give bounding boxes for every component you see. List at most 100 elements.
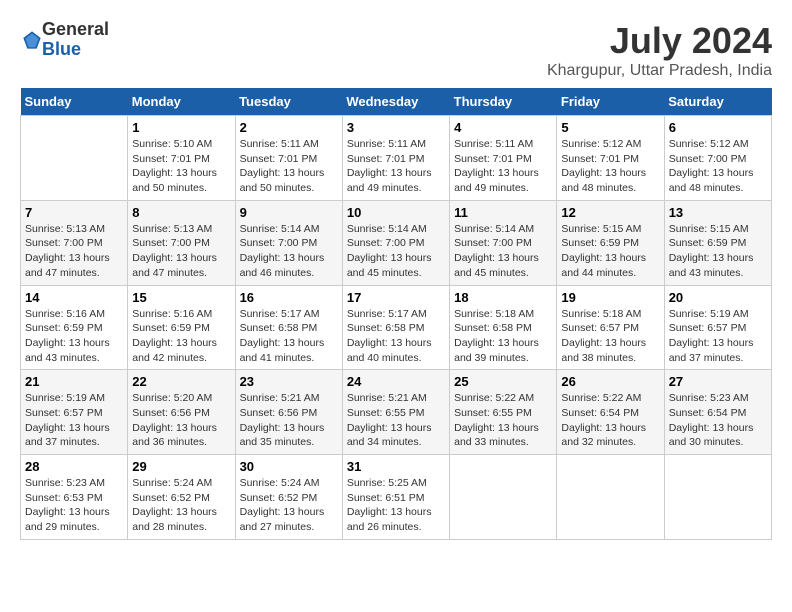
day-number: 25 <box>454 374 552 389</box>
day-info: Sunrise: 5:16 AMSunset: 6:59 PMDaylight:… <box>132 307 230 366</box>
empty-cell <box>664 455 771 540</box>
day-info: Sunrise: 5:18 AMSunset: 6:58 PMDaylight:… <box>454 307 552 366</box>
day-cell-21: 21 Sunrise: 5:19 AMSunset: 6:57 PMDayligh… <box>21 370 128 455</box>
day-number: 1 <box>132 120 230 135</box>
day-number: 11 <box>454 205 552 220</box>
day-info: Sunrise: 5:21 AMSunset: 6:56 PMDaylight:… <box>240 391 338 450</box>
day-cell-10: 10 Sunrise: 5:14 AMSunset: 7:00 PMDayligh… <box>342 200 449 285</box>
day-number: 22 <box>132 374 230 389</box>
weekday-header-friday: Friday <box>557 88 664 116</box>
day-number: 17 <box>347 290 445 305</box>
day-number: 15 <box>132 290 230 305</box>
day-cell-4: 4 Sunrise: 5:11 AMSunset: 7:01 PMDaylight… <box>450 116 557 201</box>
day-cell-31: 31Sunrise: 5:25 AMSunset: 6:51 PMDayligh… <box>342 455 449 540</box>
page-header: General Blue July 2024 Khargupur, Uttar … <box>20 20 772 80</box>
day-cell-6: 6 Sunrise: 5:12 AMSunset: 7:00 PMDaylight… <box>664 116 771 201</box>
day-info: Sunrise: 5:24 AMSunset: 6:52 PMDaylight:… <box>240 476 338 535</box>
day-info: Sunrise: 5:25 AMSunset: 6:51 PMDaylight:… <box>347 476 445 535</box>
empty-cell <box>450 455 557 540</box>
day-number: 6 <box>669 120 767 135</box>
week-row-2: 7 Sunrise: 5:13 AMSunset: 7:00 PMDaylight… <box>21 200 772 285</box>
day-cell-24: 24 Sunrise: 5:21 AMSunset: 6:55 PMDayligh… <box>342 370 449 455</box>
week-row-1: 1Sunrise: 5:10 AMSunset: 7:01 PMDaylight… <box>21 116 772 201</box>
day-info: Sunrise: 5:11 AMSunset: 7:01 PMDaylight:… <box>347 137 445 196</box>
day-cell-2: 2 Sunrise: 5:11 AMSunset: 7:01 PMDaylight… <box>235 116 342 201</box>
day-cell-16: 16 Sunrise: 5:17 AMSunset: 6:58 PMDayligh… <box>235 285 342 370</box>
location: Khargupur, Uttar Pradesh, India <box>547 62 772 80</box>
week-row-4: 21 Sunrise: 5:19 AMSunset: 6:57 PMDayligh… <box>21 370 772 455</box>
day-info: Sunrise: 5:23 AMSunset: 6:54 PMDaylight:… <box>669 391 767 450</box>
weekday-header-thursday: Thursday <box>450 88 557 116</box>
day-number: 4 <box>454 120 552 135</box>
title-block: July 2024 Khargupur, Uttar Pradesh, Indi… <box>547 20 772 80</box>
day-number: 16 <box>240 290 338 305</box>
day-cell-23: 23Sunrise: 5:21 AMSunset: 6:56 PMDayligh… <box>235 370 342 455</box>
logo-general-text: General <box>42 20 109 40</box>
day-number: 8 <box>132 205 230 220</box>
day-number: 3 <box>347 120 445 135</box>
weekday-header-monday: Monday <box>128 88 235 116</box>
day-number: 2 <box>240 120 338 135</box>
day-info: Sunrise: 5:17 AMSunset: 6:58 PMDaylight:… <box>240 307 338 366</box>
day-info: Sunrise: 5:16 AMSunset: 6:59 PMDaylight:… <box>25 307 123 366</box>
day-number: 27 <box>669 374 767 389</box>
day-info: Sunrise: 5:15 AMSunset: 6:59 PMDaylight:… <box>669 222 767 281</box>
day-info: Sunrise: 5:11 AMSunset: 7:01 PMDaylight:… <box>240 137 338 196</box>
day-info: Sunrise: 5:20 AMSunset: 6:56 PMDaylight:… <box>132 391 230 450</box>
day-cell-15: 15 Sunrise: 5:16 AMSunset: 6:59 PMDayligh… <box>128 285 235 370</box>
day-info: Sunrise: 5:15 AMSunset: 6:59 PMDaylight:… <box>561 222 659 281</box>
day-cell-22: 22 Sunrise: 5:20 AMSunset: 6:56 PMDayligh… <box>128 370 235 455</box>
day-cell-28: 28 Sunrise: 5:23 AMSunset: 6:53 PMDayligh… <box>21 455 128 540</box>
day-cell-1: 1Sunrise: 5:10 AMSunset: 7:01 PMDaylight… <box>128 116 235 201</box>
day-cell-5: 5Sunrise: 5:12 AMSunset: 7:01 PMDaylight… <box>557 116 664 201</box>
day-info: Sunrise: 5:13 AMSunset: 7:00 PMDaylight:… <box>132 222 230 281</box>
day-info: Sunrise: 5:21 AMSunset: 6:55 PMDaylight:… <box>347 391 445 450</box>
day-number: 9 <box>240 205 338 220</box>
day-cell-30: 30Sunrise: 5:24 AMSunset: 6:52 PMDayligh… <box>235 455 342 540</box>
day-number: 26 <box>561 374 659 389</box>
day-cell-11: 11 Sunrise: 5:14 AMSunset: 7:00 PMDayligh… <box>450 200 557 285</box>
logo-blue-text: Blue <box>42 40 109 60</box>
day-number: 10 <box>347 205 445 220</box>
day-number: 24 <box>347 374 445 389</box>
day-info: Sunrise: 5:17 AMSunset: 6:58 PMDaylight:… <box>347 307 445 366</box>
day-cell-20: 20Sunrise: 5:19 AMSunset: 6:57 PMDayligh… <box>664 285 771 370</box>
day-cell-3: 3 Sunrise: 5:11 AMSunset: 7:01 PMDaylight… <box>342 116 449 201</box>
day-cell-7: 7 Sunrise: 5:13 AMSunset: 7:00 PMDaylight… <box>21 200 128 285</box>
day-info: Sunrise: 5:23 AMSunset: 6:53 PMDaylight:… <box>25 476 123 535</box>
day-cell-29: 29Sunrise: 5:24 AMSunset: 6:52 PMDayligh… <box>128 455 235 540</box>
day-cell-17: 17 Sunrise: 5:17 AMSunset: 6:58 PMDayligh… <box>342 285 449 370</box>
day-info: Sunrise: 5:22 AMSunset: 6:54 PMDaylight:… <box>561 391 659 450</box>
day-number: 18 <box>454 290 552 305</box>
empty-cell <box>557 455 664 540</box>
day-info: Sunrise: 5:22 AMSunset: 6:55 PMDaylight:… <box>454 391 552 450</box>
day-info: Sunrise: 5:13 AMSunset: 7:00 PMDaylight:… <box>25 222 123 281</box>
day-info: Sunrise: 5:14 AMSunset: 7:00 PMDaylight:… <box>347 222 445 281</box>
weekday-header-saturday: Saturday <box>664 88 771 116</box>
day-number: 28 <box>25 459 123 474</box>
day-cell-14: 14Sunrise: 5:16 AMSunset: 6:59 PMDayligh… <box>21 285 128 370</box>
weekday-header-sunday: Sunday <box>21 88 128 116</box>
month-year: July 2024 <box>547 20 772 62</box>
day-cell-12: 12Sunrise: 5:15 AMSunset: 6:59 PMDayligh… <box>557 200 664 285</box>
day-number: 7 <box>25 205 123 220</box>
day-info: Sunrise: 5:18 AMSunset: 6:57 PMDaylight:… <box>561 307 659 366</box>
day-info: Sunrise: 5:12 AMSunset: 7:00 PMDaylight:… <box>669 137 767 196</box>
day-cell-25: 25 Sunrise: 5:22 AMSunset: 6:55 PMDayligh… <box>450 370 557 455</box>
day-info: Sunrise: 5:11 AMSunset: 7:01 PMDaylight:… <box>454 137 552 196</box>
logo-icon <box>22 30 42 50</box>
day-number: 21 <box>25 374 123 389</box>
logo: General Blue <box>20 20 109 60</box>
weekday-header-wednesday: Wednesday <box>342 88 449 116</box>
day-number: 29 <box>132 459 230 474</box>
calendar-table: SundayMondayTuesdayWednesdayThursdayFrid… <box>20 88 772 540</box>
day-info: Sunrise: 5:19 AMSunset: 6:57 PMDaylight:… <box>25 391 123 450</box>
day-number: 13 <box>669 205 767 220</box>
week-row-3: 14Sunrise: 5:16 AMSunset: 6:59 PMDayligh… <box>21 285 772 370</box>
day-cell-27: 27 Sunrise: 5:23 AMSunset: 6:54 PMDayligh… <box>664 370 771 455</box>
day-info: Sunrise: 5:14 AMSunset: 7:00 PMDaylight:… <box>454 222 552 281</box>
day-info: Sunrise: 5:14 AMSunset: 7:00 PMDaylight:… <box>240 222 338 281</box>
day-cell-19: 19 Sunrise: 5:18 AMSunset: 6:57 PMDayligh… <box>557 285 664 370</box>
day-number: 20 <box>669 290 767 305</box>
day-number: 19 <box>561 290 659 305</box>
